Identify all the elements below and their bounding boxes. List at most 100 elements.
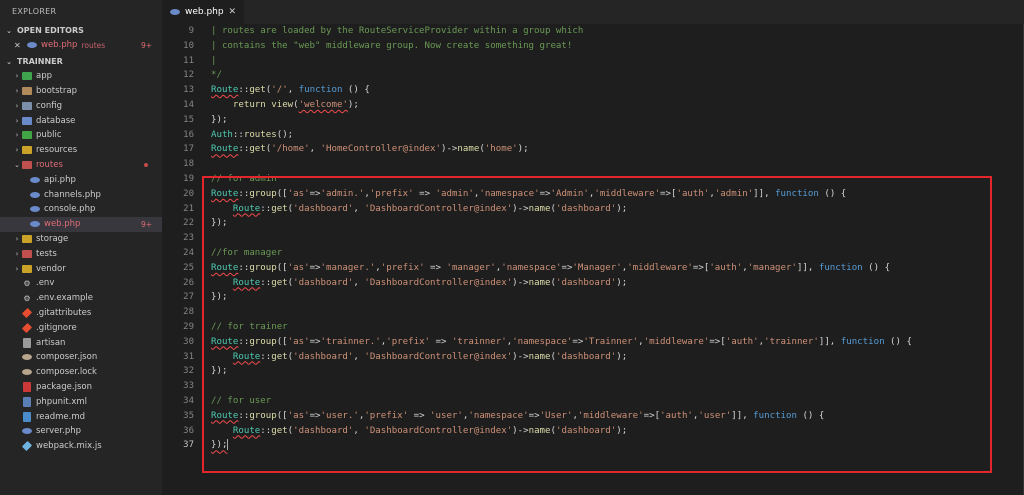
php-file-icon	[170, 9, 180, 15]
code-line[interactable]: Route::get('/', function () {	[211, 83, 1021, 98]
file-tree-item[interactable]: channels.php	[0, 187, 162, 202]
file-tree-item[interactable]: readme.md	[0, 409, 162, 424]
file-tree-item[interactable]: › resources	[0, 143, 162, 158]
code-token: ::	[260, 203, 272, 214]
code-line[interactable]: //for manager	[211, 246, 1021, 261]
code-line[interactable]: Auth::routes();	[211, 128, 1021, 143]
file-tree-item[interactable]: api.php	[0, 172, 162, 187]
git-icon	[21, 322, 33, 333]
explorer-sidebar: EXPLORER ⌄ OPEN EDITORS ✕ web.php routes…	[0, 0, 162, 495]
file-tree-item[interactable]: composer.json	[0, 350, 162, 365]
code-editor[interactable]: 9 10 11 12 13 14 15 16 17 18 19 20 21 22 23 24 25 26 27 28 2…	[162, 24, 1024, 495]
chevron-down-icon: ⌄	[14, 160, 20, 169]
code-token: 'home'	[484, 144, 518, 155]
npm-icon	[22, 381, 32, 392]
file-tree-item[interactable]: ⚙ .env	[0, 276, 162, 291]
code-line[interactable]: Route::get('dashboard', 'DashboardContro…	[211, 424, 1021, 439]
code-token: function	[818, 262, 863, 273]
file-tree-item[interactable]: artisan	[0, 335, 162, 350]
code-line[interactable]: Route::group(['as'=>'user.','prefix' => …	[211, 409, 1021, 424]
file-tree-item[interactable]: › database	[0, 113, 162, 128]
code-line[interactable]: Route::group(['as'=>'manager.','prefix' …	[211, 261, 1021, 276]
code-line[interactable]	[211, 305, 1021, 320]
code-token: 'middleware'	[627, 262, 693, 273]
code-line[interactable]: });	[211, 290, 1021, 305]
open-editor-folder: routes	[81, 40, 106, 50]
code-line[interactable]	[211, 157, 1021, 172]
code-line[interactable]: return view('welcome');	[211, 98, 1021, 113]
code-line[interactable]: // for user	[211, 394, 1021, 409]
project-label: TRAINNER	[17, 56, 63, 66]
code-line[interactable]: });	[211, 216, 1021, 231]
code-line[interactable]: });	[211, 113, 1021, 128]
code-line[interactable]: // for trainer	[211, 320, 1021, 335]
close-icon[interactable]: ✕	[228, 7, 236, 17]
code-token: group	[249, 188, 277, 199]
file-tree-item[interactable]: › public	[0, 128, 162, 143]
code-token: ();	[276, 129, 294, 140]
chevron-right-icon: ›	[15, 146, 19, 155]
code-token: 'namespace'	[501, 262, 562, 273]
code-token: =>	[424, 262, 447, 273]
file-tree-item[interactable]: package.json	[0, 380, 162, 395]
file-tree-item-label: composer.lock	[36, 367, 97, 378]
code-line[interactable]: |	[211, 54, 1021, 69]
code-line[interactable]: Route::get('dashboard', 'DashboardContro…	[211, 276, 1021, 291]
code-token: 'welcome'	[298, 99, 348, 110]
file-tree-item[interactable]: web.php 9+	[0, 216, 162, 232]
file-tree-item[interactable]: composer.lock	[0, 365, 162, 380]
code-token: ,	[287, 85, 299, 96]
code-token: ([	[276, 410, 288, 421]
code-line[interactable]: */	[211, 68, 1021, 83]
code-area[interactable]: | routes are loaded by the RouteServiceP…	[211, 24, 1021, 453]
folder-icon	[22, 249, 32, 259]
file-tree-item[interactable]: › tests	[0, 246, 162, 261]
file-tree-item[interactable]: .gitattributes	[0, 306, 162, 321]
code-line[interactable]: Route::group(['as'=>'trainner.','prefix'…	[211, 335, 1021, 350]
code-token: )->	[440, 144, 458, 155]
file-tree-item[interactable]: phpunit.xml	[0, 394, 162, 409]
file-tree-item[interactable]: › storage	[0, 232, 162, 247]
file-tree-item[interactable]: server.php	[0, 424, 162, 439]
code-line[interactable]: Route::group(['as'=>'admin.','prefix' =>…	[211, 187, 1021, 202]
line-number: 20	[183, 188, 194, 199]
code-line[interactable]: });	[211, 364, 1021, 379]
file-tree-item[interactable]: console.php	[0, 202, 162, 217]
file-tree-item[interactable]: webpack.mix.js	[0, 439, 162, 454]
tab-web-php[interactable]: web.php ✕	[162, 0, 244, 24]
code-token: Route	[232, 351, 261, 362]
file-tree-item[interactable]: ⚙ .env.example	[0, 291, 162, 306]
file-tree-item[interactable]: .gitignore	[0, 320, 162, 335]
close-icon[interactable]: ✕	[14, 41, 24, 50]
file-tree-item[interactable]: › config	[0, 98, 162, 113]
code-line[interactable]	[211, 379, 1021, 394]
code-token: );	[517, 144, 529, 155]
code-token: 'dashboard'	[293, 277, 354, 288]
code-token: name	[528, 351, 551, 362]
code-line[interactable]: Route::get('dashboard', 'DashboardContro…	[211, 350, 1021, 365]
file-tree-item[interactable]: › app	[0, 69, 162, 84]
code-line[interactable]: // for admin	[211, 172, 1021, 187]
open-editors-header[interactable]: ⌄ OPEN EDITORS	[0, 24, 162, 38]
file-tree-item[interactable]: › vendor	[0, 261, 162, 276]
code-token: });	[211, 114, 228, 125]
code-line[interactable]: Route::get('dashboard', 'DashboardContro…	[211, 202, 1021, 217]
code-token: });	[211, 218, 228, 229]
code-token: 'DashboardController@index'	[364, 351, 513, 362]
code-line[interactable]: | routes are loaded by the RouteServiceP…	[211, 24, 1021, 39]
line-number: 26	[183, 277, 194, 288]
file-tree-item-label: vendor	[36, 263, 66, 274]
file-tree-item[interactable]: ⌄ routes	[0, 158, 162, 173]
code-token: 'DashboardController@index'	[364, 425, 513, 436]
open-editor-item-web-php[interactable]: ✕ web.php routes 9+	[0, 38, 162, 53]
file-tree-item[interactable]: › bootstrap	[0, 84, 162, 99]
code-line[interactable]: | contains the "web" middleware group. N…	[211, 39, 1021, 54]
line-number: 23	[183, 233, 194, 244]
code-token: );	[616, 351, 628, 362]
code-line[interactable]: });	[211, 438, 1021, 453]
problem-count-badge: 9+	[140, 40, 152, 50]
code-line[interactable]	[211, 231, 1021, 246]
project-header[interactable]: ⌄ TRAINNER	[0, 55, 162, 69]
code-line[interactable]: Route::get('/home', 'HomeController@inde…	[211, 142, 1021, 157]
line-number: 25	[183, 262, 194, 273]
